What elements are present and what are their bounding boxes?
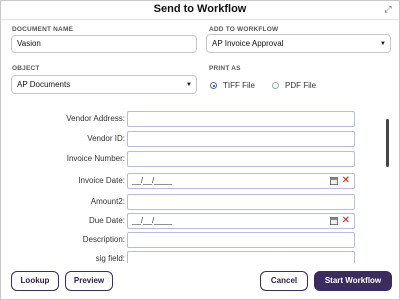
field-label: Vendor Address:	[66, 114, 125, 123]
field-label: Invoice Number:	[66, 154, 125, 163]
object-label: OBJECT	[12, 65, 40, 72]
cancel-button[interactable]: Cancel	[260, 271, 308, 291]
preview-button[interactable]: Preview	[65, 271, 113, 291]
form-row: Vendor Address:	[1, 111, 381, 127]
title-divider	[1, 19, 399, 20]
lookup-button[interactable]: Lookup	[11, 271, 59, 291]
form-row: Amount2:	[1, 194, 381, 210]
print-as-label: PRINT AS	[209, 65, 241, 72]
form-scrollbar[interactable]	[385, 111, 391, 293]
field-label: Invoice Date:	[78, 176, 125, 185]
form-row: Due Date: __/__/____ ✕	[1, 213, 381, 229]
form-row: Invoice Date: __/__/____ ✕	[1, 173, 381, 189]
dialog-title: Send to Workflow	[153, 3, 247, 15]
due-date-value: __/__/____	[132, 216, 173, 225]
workflow-select[interactable]: AP Invoice Approval ▼	[206, 34, 391, 53]
radio-pdf[interactable]: PDF File	[272, 81, 316, 90]
chevron-down-icon: ▼	[380, 41, 386, 47]
vendor-address-input[interactable]	[127, 111, 355, 127]
amount2-input[interactable]	[127, 194, 355, 210]
radio-unselected-icon	[272, 82, 279, 89]
invoice-date-value: __/__/____	[132, 176, 173, 185]
clear-x-icon[interactable]: ✕	[342, 174, 350, 188]
invoice-number-input[interactable]	[127, 151, 355, 167]
clear-x-icon[interactable]: ✕	[342, 214, 350, 228]
chevron-down-icon: ▼	[186, 82, 192, 88]
radio-selected-icon	[210, 82, 217, 89]
calendar-icon[interactable]	[330, 177, 338, 185]
due-date-input[interactable]: __/__/____ ✕	[127, 213, 355, 229]
field-label: sig field:	[95, 254, 125, 263]
scrollbar-thumb[interactable]	[386, 119, 389, 167]
vendor-id-input[interactable]	[127, 131, 355, 147]
document-name-label: DOCUMENT NAME	[12, 26, 74, 33]
expand-arrows-icon[interactable]: ⤢	[383, 4, 393, 14]
object-select-value: AP Documents	[17, 80, 71, 89]
field-label: Due Date:	[88, 216, 125, 225]
object-select[interactable]: AP Documents ▼	[11, 75, 197, 94]
description-input[interactable]	[127, 232, 355, 248]
form-row: Invoice Number:	[1, 151, 381, 167]
send-to-workflow-dialog: Send to Workflow ⤢ DOCUMENT NAME Vasion …	[0, 0, 400, 300]
field-label: Description:	[82, 235, 125, 244]
sig-field-input[interactable]	[127, 251, 355, 263]
radio-tiff[interactable]: TIFF File	[210, 81, 255, 90]
document-name-input[interactable]: Vasion	[11, 35, 197, 53]
add-to-workflow-label: ADD TO WORKFLOW	[209, 26, 279, 33]
field-label: Amount2:	[90, 197, 125, 206]
form-row: sig field:	[1, 251, 381, 263]
invoice-date-input[interactable]: __/__/____ ✕	[127, 173, 355, 189]
radio-pdf-label: PDF File	[285, 81, 317, 90]
form-row: Description:	[1, 232, 381, 248]
workflow-select-value: AP Invoice Approval	[212, 39, 284, 48]
form-row: Vendor ID:	[1, 131, 381, 147]
field-label: Vendor ID:	[87, 134, 125, 143]
start-workflow-button[interactable]: Start Workflow	[314, 271, 392, 291]
radio-tiff-label: TIFF File	[223, 81, 255, 90]
calendar-icon[interactable]	[330, 217, 338, 225]
